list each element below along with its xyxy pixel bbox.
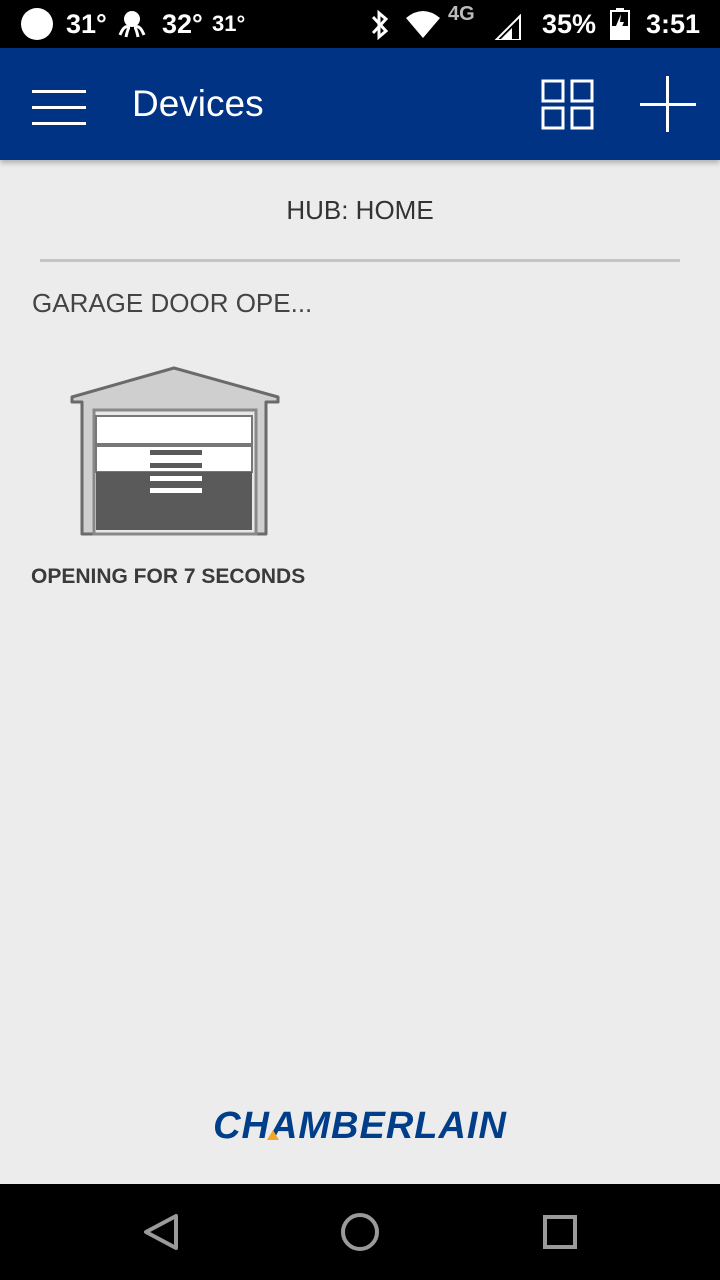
recents-button[interactable] [530, 1204, 590, 1260]
app-bar: Devices [0, 48, 720, 160]
brand-logo-wordmark: CHAMBERLAIN [213, 1105, 507, 1147]
device-name: GARAGE DOOR OPE... [32, 288, 313, 318]
octopus-icon [118, 11, 146, 38]
garage-door-icon [70, 366, 280, 536]
menu-button[interactable] [26, 78, 92, 134]
back-button[interactable] [130, 1204, 190, 1260]
bluetooth-icon [371, 9, 389, 41]
garage-door-device-tile[interactable] [66, 364, 286, 540]
hub-label[interactable]: HUB: HOME [0, 194, 720, 226]
recents-square-icon [543, 1215, 577, 1249]
chamberlain-logo: CHAMBERLAIN [0, 1100, 720, 1150]
brand-name: CHAMBERLAIN [213, 1105, 507, 1147]
weather-temp-3: 31° [212, 11, 246, 36]
home-circle-icon [341, 1213, 379, 1251]
hamburger-menu-icon [32, 90, 86, 125]
battery-icon [610, 8, 630, 40]
divider [40, 259, 680, 262]
navigation-bar [0, 1184, 720, 1280]
wifi-icon [406, 11, 440, 38]
page-title: Devices [132, 83, 264, 124]
back-triangle-icon [144, 1214, 178, 1250]
clock: 3:51 [646, 9, 701, 39]
cell-signal-icon [494, 14, 521, 40]
add-device-button[interactable] [636, 74, 700, 134]
network-type-label: 4G [448, 3, 475, 25]
home-button[interactable] [330, 1204, 390, 1260]
device-status: OPENING FOR 7 SECONDS [31, 565, 306, 588]
weather-temp-2: 32° [162, 9, 203, 39]
notification-dot-icon [21, 8, 53, 40]
status-bar: 31° 32° 31° 4G 35% 3:51 [0, 0, 720, 48]
grid-view-icon [541, 79, 594, 130]
battery-percent: 35% [542, 9, 597, 39]
add-icon [640, 76, 696, 132]
grid-view-button[interactable] [536, 74, 600, 134]
weather-temp-1: 31° [66, 9, 107, 39]
